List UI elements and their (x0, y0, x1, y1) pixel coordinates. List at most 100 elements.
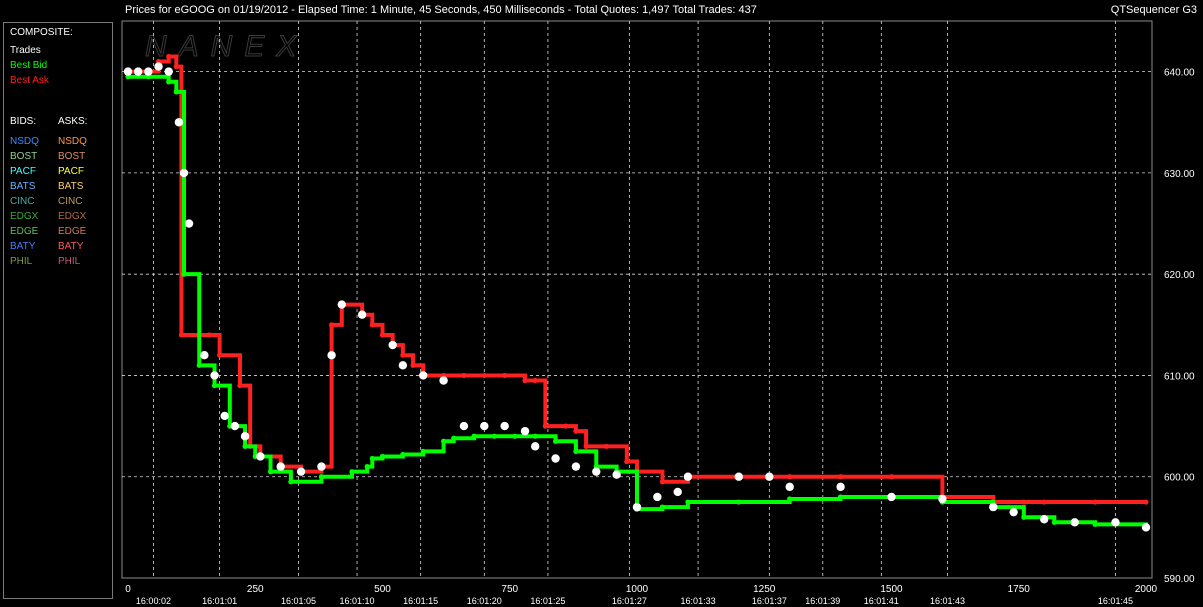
time-label: 16:01:39 (805, 596, 840, 606)
data-point (166, 53, 172, 60)
data-point (491, 433, 498, 439)
data-point (451, 435, 457, 441)
data-point (173, 89, 179, 95)
data-point (173, 63, 179, 70)
data-point (288, 479, 294, 485)
data-point (240, 432, 250, 441)
data-point (785, 482, 794, 492)
x-tick-label: 0 (125, 584, 131, 595)
data-point (502, 372, 508, 379)
y-tick-label: 640.00 (1164, 68, 1195, 79)
time-label: 16:01:05 (281, 596, 316, 606)
data-point (1021, 499, 1027, 505)
time-label: 16:01:01 (202, 596, 237, 606)
data-point (592, 467, 601, 476)
data-point (267, 469, 274, 475)
data-point (400, 352, 406, 358)
data-point (357, 310, 367, 319)
time-label: 16:01:33 (681, 596, 716, 606)
data-point (369, 455, 375, 462)
data-point (440, 438, 447, 444)
data-point (1141, 523, 1151, 532)
data-point (461, 372, 467, 379)
data-point (573, 448, 579, 455)
data-point (736, 499, 742, 505)
x-tick-label: 1500 (880, 584, 903, 595)
data-point (220, 411, 229, 421)
data-point (398, 361, 408, 370)
time-label: 16:01:41 (864, 596, 899, 606)
data-point (481, 372, 487, 379)
time-label: 16:01:20 (467, 596, 502, 606)
data-point (571, 462, 581, 471)
data-point (653, 492, 662, 502)
data-point (583, 443, 589, 449)
data-point (522, 377, 528, 384)
data-point (1111, 518, 1120, 527)
data-point (174, 118, 184, 127)
y-tick-label: 590.00 (1164, 574, 1195, 585)
data-point (573, 428, 579, 434)
data-point (520, 426, 530, 436)
data-point (211, 382, 218, 389)
data-point (123, 67, 133, 76)
x-tick-label: 2000 (1135, 584, 1158, 595)
data-point (500, 421, 509, 431)
data-point (217, 352, 223, 358)
time-label: 16:01:15 (403, 596, 438, 606)
y-tick-label: 600.00 (1164, 473, 1195, 484)
price-chart: NANEX590.00600.00610.00620.00630.00640.0… (121, 20, 1195, 606)
data-point (184, 219, 194, 228)
data-point (1041, 499, 1047, 505)
x-tick-label: 750 (501, 584, 518, 595)
data-point (551, 454, 560, 463)
y-tick-label: 630.00 (1164, 169, 1195, 180)
data-point (612, 470, 621, 479)
data-point (230, 421, 240, 431)
data-point (683, 472, 693, 481)
data-point (531, 442, 540, 451)
data-point (1143, 499, 1149, 505)
y-tick-label: 620.00 (1164, 270, 1195, 281)
data-point (673, 487, 682, 497)
data-point (196, 362, 202, 368)
data-point (1070, 518, 1079, 527)
x-tick-label: 1000 (626, 584, 649, 595)
data-point (237, 382, 243, 389)
data-point (787, 474, 793, 480)
data-point (1092, 499, 1098, 505)
data-point (256, 452, 265, 461)
data-point (938, 494, 947, 504)
data-point (133, 67, 143, 76)
time-label: 16:01:45 (1098, 596, 1133, 606)
data-point (144, 67, 153, 76)
data-point (364, 464, 370, 470)
data-point (603, 443, 610, 449)
data-point (178, 332, 185, 338)
data-point (659, 504, 666, 510)
data-point (838, 474, 844, 480)
data-point (1009, 507, 1018, 517)
data-point (369, 322, 375, 328)
x-tick-label: 500 (374, 584, 391, 595)
time-label: 16:01:43 (930, 596, 965, 606)
data-point (410, 362, 416, 368)
data-point (563, 423, 569, 429)
y-tick-label: 610.00 (1164, 371, 1195, 382)
data-point (1092, 521, 1098, 527)
data-point (388, 340, 397, 350)
data-point (1040, 515, 1049, 524)
data-point (532, 377, 538, 384)
data-point (734, 472, 743, 481)
data-point (838, 494, 844, 500)
data-point (181, 271, 187, 277)
time-label: 16:01:37 (752, 596, 787, 606)
data-point (349, 469, 355, 475)
data-point (276, 462, 285, 471)
time-label: 16:01:10 (340, 596, 375, 606)
data-point (400, 451, 406, 458)
data-point (164, 67, 173, 76)
x-tick-label: 250 (247, 584, 264, 595)
data-point (200, 351, 209, 360)
data-point (317, 462, 326, 471)
